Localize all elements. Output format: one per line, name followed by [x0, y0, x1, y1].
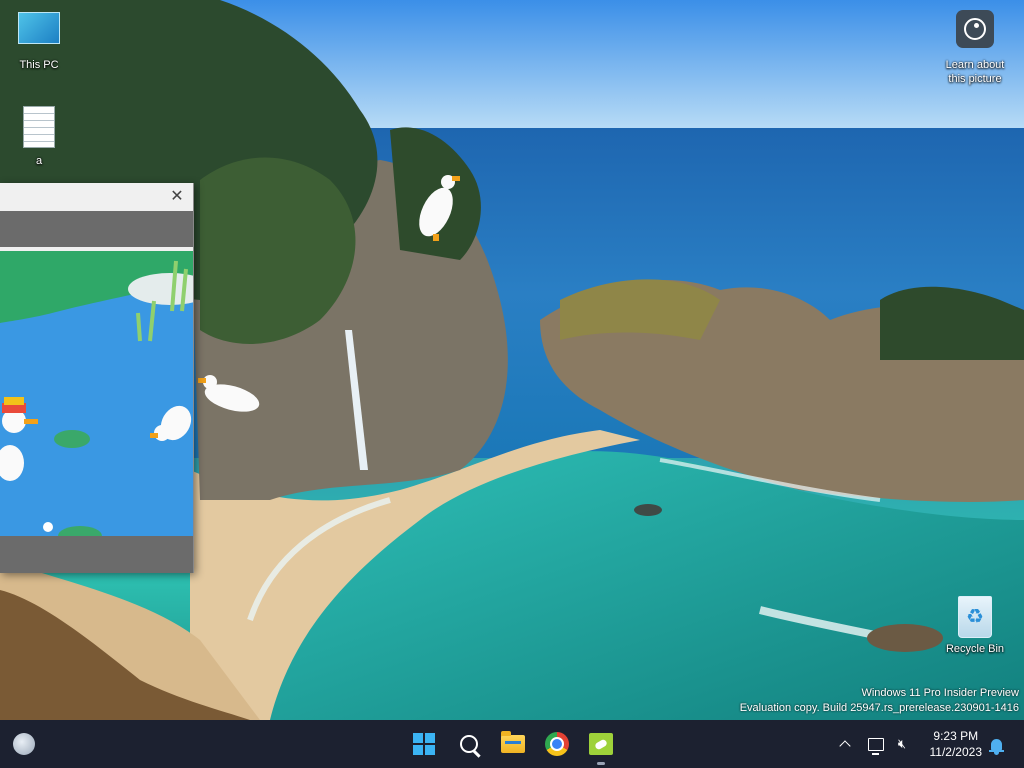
desktop-icon-label: a — [35, 155, 43, 167]
clock-date: 11/2/2023 — [929, 745, 983, 759]
watermark-line1: Windows 11 Pro Insider Preview — [861, 687, 1019, 699]
show-hidden-icons-chevron-up-icon[interactable] — [834, 733, 856, 755]
monitor-icon — [18, 12, 60, 44]
desktop-icon-a[interactable]: a — [12, 106, 66, 168]
desktop-icon-this-pc[interactable]: This PC — [12, 12, 66, 72]
chrome-icon — [545, 732, 569, 756]
windows-logo-icon — [413, 733, 435, 755]
desktop-icon-recycle-bin[interactable]: ♻ Recycle Bin — [943, 596, 1007, 656]
volume-muted-icon[interactable]: 🔇︎ — [891, 733, 913, 755]
learn-label-line1: Learn about — [945, 59, 1005, 71]
window-titlebar[interactable]: ✕ — [0, 183, 193, 211]
desktop-wallpaper: This PC a ♻ Recycle Bin Learn about this… — [0, 0, 1024, 720]
network-icon[interactable] — [865, 733, 887, 755]
game-canvas[interactable] — [0, 251, 193, 536]
active-app-indicator — [597, 762, 605, 765]
chrome-button[interactable] — [539, 726, 575, 762]
desktop-goose-taskbar-button[interactable] — [583, 726, 619, 765]
window-bottom-bar — [0, 536, 193, 573]
close-icon[interactable]: ✕ — [167, 187, 187, 207]
search-icon — [460, 735, 481, 758]
widgets-button[interactable] — [6, 726, 42, 762]
start-button[interactable] — [406, 726, 442, 762]
pond-scene — [0, 251, 193, 536]
taskbar-clock[interactable]: 9:23 PM 11/2/2023 — [930, 728, 983, 760]
camera-icon — [956, 10, 994, 48]
goose-app-icon — [589, 733, 613, 755]
recycle-bin-icon: ♻ — [958, 596, 992, 638]
desktop-icon-label: Recycle Bin — [945, 643, 1005, 655]
goose-app-window[interactable]: ✕ — [0, 183, 194, 573]
desktop-icon-label: This PC — [19, 59, 59, 71]
document-icon — [23, 106, 55, 148]
clock-time: 9:23 PM — [933, 729, 979, 743]
file-explorer-button[interactable] — [495, 726, 531, 762]
watermark-line2: Evaluation copy. Build 25947.rs_prerelea… — [739, 702, 1019, 714]
taskbar: 🔇︎ 9:23 PM 11/2/2023 — [0, 720, 1024, 768]
weather-icon — [13, 733, 35, 755]
folder-icon — [501, 731, 525, 753]
learn-about-picture[interactable]: Learn about this picture — [938, 10, 1012, 86]
learn-label-line2: this picture — [948, 73, 1002, 85]
notification-bell-icon[interactable] — [985, 733, 1007, 755]
search-button[interactable] — [451, 726, 487, 762]
window-toolbar — [0, 211, 193, 247]
